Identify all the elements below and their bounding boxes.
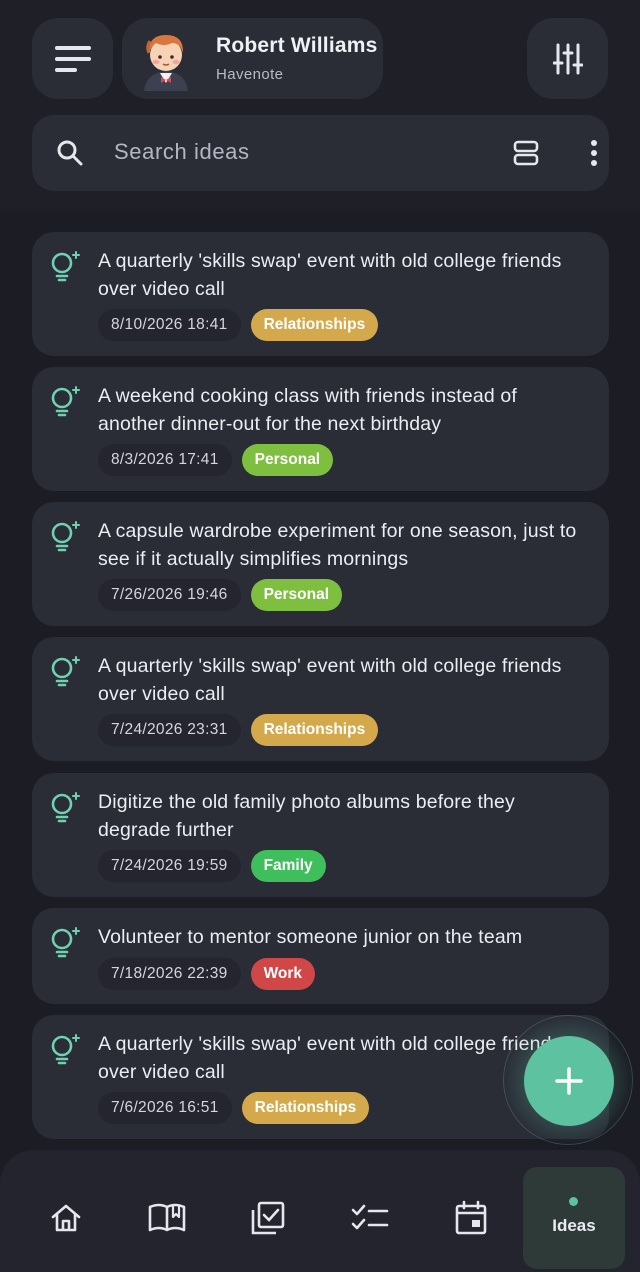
idea-card[interactable]: A weekend cooking class with friends ins… <box>32 367 609 491</box>
add-idea-button[interactable] <box>524 1036 614 1126</box>
menu-button[interactable] <box>32 18 113 99</box>
sliders-icon <box>552 43 583 74</box>
home-icon <box>51 1204 81 1232</box>
nav-ideas-label: Ideas <box>552 1216 596 1235</box>
view-agenda-icon[interactable] <box>512 139 540 167</box>
search-bar[interactable]: Search ideas <box>32 115 609 191</box>
profile-chip[interactable]: Robert Williams Havenote <box>122 18 383 99</box>
book-icon <box>148 1203 186 1232</box>
lightbulb-icon <box>51 792 80 823</box>
header-divider <box>0 205 640 217</box>
idea-date: 8/10/2026 18:41 <box>98 309 241 341</box>
idea-date: 8/3/2026 17:41 <box>98 444 232 476</box>
idea-title: A capsule wardrobe experiment for one se… <box>98 520 577 570</box>
lightbulb-icon <box>51 251 80 282</box>
more-vert-icon[interactable] <box>590 139 598 167</box>
idea-meta: 7/24/2026 23:31 Relationships <box>98 714 379 746</box>
idea-date: 7/24/2026 23:31 <box>98 714 241 746</box>
idea-title: A quarterly 'skills swap' event with old… <box>98 250 562 300</box>
idea-meta: 7/26/2026 19:46 Personal <box>98 579 343 611</box>
idea-meta: 7/24/2026 19:59 Family <box>98 850 326 882</box>
idea-tag[interactable]: Relationships <box>241 1092 370 1124</box>
idea-card[interactable]: A quarterly 'skills swap' event with old… <box>32 232 609 356</box>
nav-journal[interactable] <box>117 1168 217 1268</box>
nav-tasks[interactable] <box>218 1168 318 1268</box>
idea-tag[interactable]: Relationships <box>250 714 379 746</box>
idea-date: 7/18/2026 22:39 <box>98 958 241 990</box>
app-name: Havenote <box>216 66 284 83</box>
nav-checklist[interactable] <box>320 1168 420 1268</box>
profile-text: Robert Williams Havenote <box>216 34 378 83</box>
idea-title: Digitize the old family photo albums bef… <box>98 791 515 841</box>
idea-meta: 8/3/2026 17:41 Personal <box>98 444 334 476</box>
search-input[interactable]: Search ideas <box>114 139 250 165</box>
idea-date: 7/6/2026 16:51 <box>98 1092 232 1124</box>
lightbulb-icon <box>51 927 80 958</box>
checklist-icon <box>351 1204 389 1230</box>
idea-meta: 8/10/2026 18:41 Relationships <box>98 309 379 341</box>
idea-card[interactable]: Digitize the old family photo albums bef… <box>32 773 609 897</box>
idea-date: 7/24/2026 19:59 <box>98 850 241 882</box>
idea-tag[interactable]: Work <box>250 958 316 990</box>
nav-ideas[interactable]: Ideas <box>523 1167 625 1269</box>
idea-title: Volunteer to mentor someone junior on th… <box>98 926 523 948</box>
nav-home[interactable] <box>16 1168 116 1268</box>
idea-meta: 7/6/2026 16:51 Relationships <box>98 1092 370 1124</box>
lightbulb-icon <box>51 656 80 687</box>
avatar <box>144 34 188 91</box>
menu-icon <box>54 45 91 72</box>
idea-card[interactable]: Volunteer to mentor someone junior on th… <box>32 908 609 1004</box>
plus-icon <box>555 1067 583 1095</box>
idea-card[interactable]: A capsule wardrobe experiment for one se… <box>32 502 609 626</box>
idea-tag[interactable]: Personal <box>241 444 334 476</box>
bottom-nav: Ideas <box>0 1150 640 1272</box>
user-name: Robert Williams <box>216 34 378 57</box>
lightbulb-icon <box>51 386 80 417</box>
lightbulb-icon <box>51 1034 80 1065</box>
checkbox-icon <box>251 1201 285 1235</box>
filter-button[interactable] <box>527 18 608 99</box>
idea-tag[interactable]: Relationships <box>250 309 379 341</box>
idea-tag[interactable]: Personal <box>250 579 343 611</box>
idea-date: 7/26/2026 19:46 <box>98 579 241 611</box>
idea-tag[interactable]: Family <box>250 850 326 882</box>
lightbulb-icon <box>51 521 80 552</box>
active-indicator-dot <box>569 1197 578 1206</box>
nav-calendar[interactable] <box>421 1168 521 1268</box>
idea-card[interactable]: A quarterly 'skills swap' event with old… <box>32 637 609 761</box>
idea-title: A quarterly 'skills swap' event with old… <box>98 655 562 705</box>
idea-meta: 7/18/2026 22:39 Work <box>98 958 316 990</box>
search-icon <box>57 140 83 166</box>
idea-title: A weekend cooking class with friends ins… <box>98 385 517 435</box>
calendar-icon <box>455 1200 487 1235</box>
